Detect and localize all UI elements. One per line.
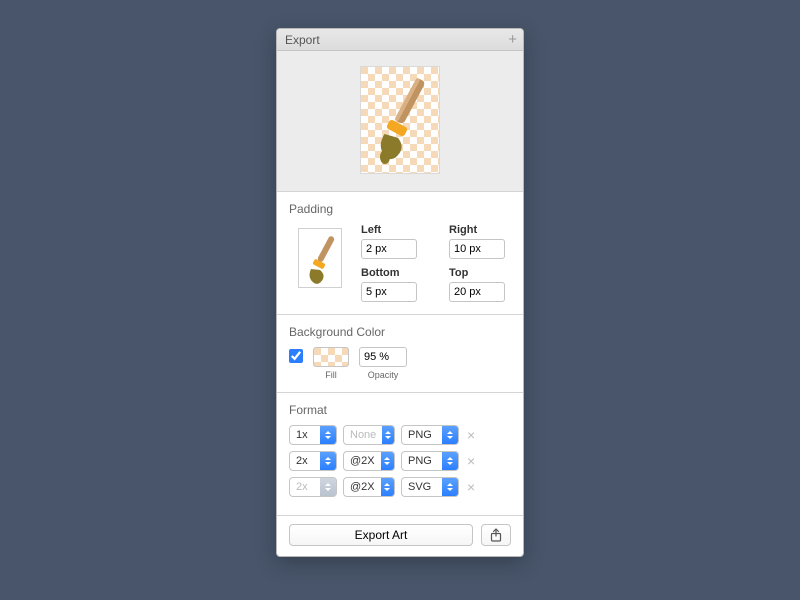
padding-heading: Padding <box>289 202 511 216</box>
background-heading: Background Color <box>289 325 511 339</box>
stepper-icon[interactable] <box>320 426 336 444</box>
brush-icon <box>299 229 343 289</box>
stepper-icon[interactable] <box>320 478 336 496</box>
padding-top-label: Top <box>449 267 511 279</box>
suffix-select[interactable]: @2X <box>343 451 395 471</box>
export-button[interactable]: Export Art <box>289 524 473 546</box>
format-heading: Format <box>289 403 511 417</box>
suffix-select[interactable]: @2X <box>343 477 395 497</box>
format-section: Format 1x None PNG × 2x @2X PNG × 2x @2X SVG × <box>277 393 523 516</box>
padding-top-input[interactable] <box>449 282 505 302</box>
filetype-select[interactable]: PNG <box>401 451 459 471</box>
format-row: 1x None PNG × <box>289 425 511 445</box>
padding-right-field: Right <box>449 224 511 259</box>
filetype-select[interactable]: SVG <box>401 477 459 497</box>
panel-title: Export <box>285 33 320 47</box>
padding-bottom-field: Bottom <box>361 267 439 302</box>
remove-row-icon[interactable]: × <box>465 453 477 469</box>
scale-select[interactable]: 2x <box>289 477 337 497</box>
add-icon[interactable]: + <box>508 31 517 48</box>
stepper-icon[interactable] <box>442 478 458 496</box>
preview-area <box>277 51 523 192</box>
stepper-icon[interactable] <box>442 452 458 470</box>
share-button[interactable] <box>481 524 511 546</box>
background-enabled-checkbox[interactable] <box>289 349 303 363</box>
padding-left-field: Left <box>361 224 439 259</box>
padding-right-input[interactable] <box>449 239 505 259</box>
scale-select[interactable]: 1x <box>289 425 337 445</box>
filetype-select[interactable]: PNG <box>401 425 459 445</box>
fill-label: Fill <box>325 370 337 380</box>
padding-section: Padding Left Right Bottom <box>277 192 523 315</box>
padding-left-label: Left <box>361 224 439 236</box>
fill-swatch[interactable] <box>313 347 349 367</box>
format-row: 2x @2X SVG × <box>289 477 511 497</box>
preview-thumbnail <box>361 67 439 173</box>
remove-row-icon[interactable]: × <box>465 427 477 443</box>
footer: Export Art <box>277 516 523 556</box>
padding-left-input[interactable] <box>361 239 417 259</box>
padding-bottom-label: Bottom <box>361 267 439 279</box>
stepper-icon[interactable] <box>381 478 394 496</box>
titlebar: Export + <box>277 29 523 51</box>
export-panel: Export + Padding Left <box>276 28 524 557</box>
opacity-label: Opacity <box>368 370 399 380</box>
background-section: Background Color Fill Opacity <box>277 315 523 393</box>
stepper-icon[interactable] <box>382 426 394 444</box>
share-icon <box>490 528 502 542</box>
padding-mini-preview <box>298 228 342 288</box>
suffix-select[interactable]: None <box>343 425 395 445</box>
padding-top-field: Top <box>449 267 511 302</box>
stepper-icon[interactable] <box>442 426 458 444</box>
stepper-icon[interactable] <box>381 452 394 470</box>
scale-select[interactable]: 2x <box>289 451 337 471</box>
padding-bottom-input[interactable] <box>361 282 417 302</box>
padding-right-label: Right <box>449 224 511 236</box>
opacity-input[interactable] <box>359 347 407 367</box>
stepper-icon[interactable] <box>320 452 336 470</box>
remove-row-icon[interactable]: × <box>465 479 477 495</box>
format-row: 2x @2X PNG × <box>289 451 511 471</box>
brush-icon <box>361 67 439 173</box>
